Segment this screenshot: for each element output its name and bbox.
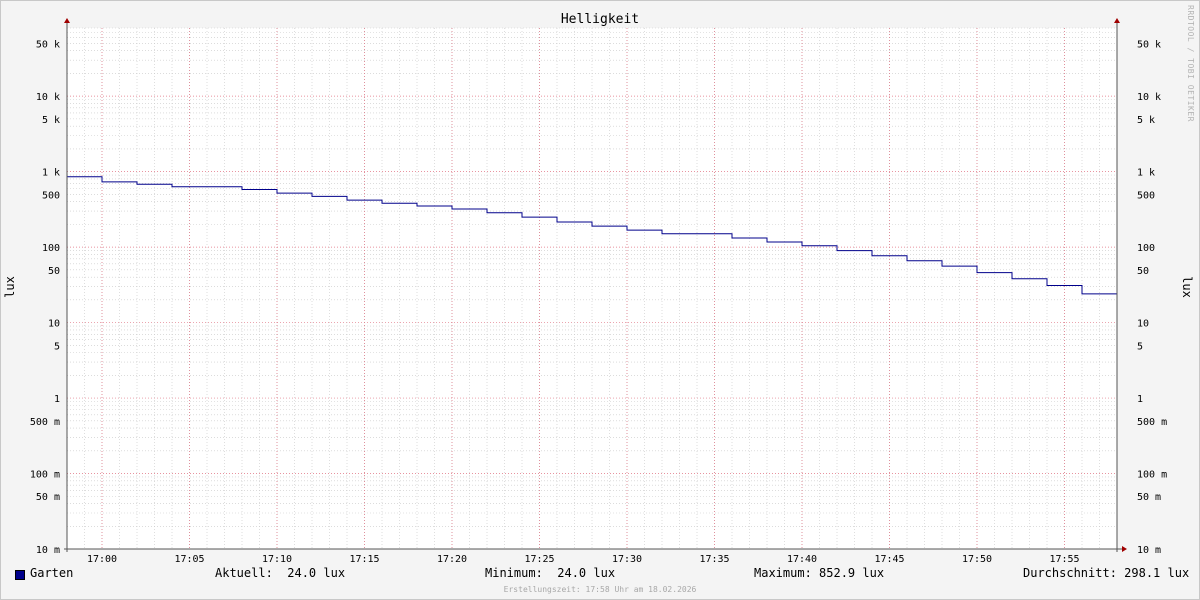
y-tick-label-left: 1 k	[42, 168, 60, 179]
y-tick-label-right: 5	[1137, 341, 1143, 352]
chart: 50 k 50 k 10 k 10 k 5 k 5 k 1 k 1 k 500 500 100 100…	[3, 5, 1195, 565]
creation-time: Erstellungszeit: 17:58 Uhr am 18.02.2026	[503, 585, 697, 594]
legend-series-name: Garten	[30, 566, 74, 580]
x-tick-label: 17:55	[1049, 554, 1079, 565]
x-tick-label: 17:35	[699, 554, 729, 565]
y-tick-label-left: 50 k	[36, 39, 60, 50]
y-tick-label-left: 10	[48, 319, 60, 330]
y-tick-label-right: 50	[1137, 266, 1149, 277]
legend-minimum: Minimum: 24.0 lux	[485, 566, 616, 580]
y-tick-label-right: 1 k	[1137, 168, 1155, 179]
y-tick-label-left: 10 m	[36, 545, 60, 556]
x-tick-label: 17:25	[524, 554, 554, 565]
y-tick-label-right: 100	[1137, 243, 1155, 254]
y-tick-label-left: 10 k	[36, 92, 60, 103]
x-tick-label: 17:10	[262, 554, 292, 565]
y-tick-label-left: 100	[42, 243, 60, 254]
y-tick-label-right: 10	[1137, 319, 1149, 330]
y-axis-label-left: lux	[3, 276, 17, 298]
y-tick-label-left: 5 k	[42, 115, 60, 126]
x-tick-label: 17:40	[787, 554, 817, 565]
chart-title: Helligkeit	[561, 12, 639, 27]
x-tick-label: 17:30	[612, 554, 642, 565]
y-tick-label-left: 500 m	[30, 417, 60, 428]
y-tick-label-right: 100 m	[1137, 470, 1167, 481]
y-tick-label-right: 500 m	[1137, 417, 1167, 428]
x-tick-label: 17:05	[174, 554, 204, 565]
rrdtool-watermark: RRDTOOL / TOBI OETIKER	[1186, 5, 1195, 122]
y-axis-arrow-left	[64, 18, 70, 23]
y-tick-label-right: 10 m	[1137, 545, 1161, 556]
x-tick-label: 17:15	[349, 554, 379, 565]
legend-current: Aktuell: 24.0 lux	[215, 566, 346, 580]
y-tick-label-left: 500	[42, 190, 60, 201]
y-tick-label-right: 5 k	[1137, 115, 1155, 126]
x-tick-label: 17:20	[437, 554, 467, 565]
y-tick-label-right: 500	[1137, 190, 1155, 201]
y-tick-label-right: 10 k	[1137, 92, 1161, 103]
x-tick-label: 17:50	[962, 554, 992, 565]
y-axis-arrow-right	[1114, 18, 1120, 23]
legend-row: Garten Aktuell: 24.0 lux Minimum: 24.0 l…	[0, 566, 1200, 584]
x-tick-label: 17:00	[87, 554, 117, 565]
y-tick-label-right: 1	[1137, 394, 1143, 405]
x-axis-arrow	[1122, 546, 1127, 552]
y-tick-label-left: 100 m	[30, 470, 60, 481]
y-tick-label-left: 50	[48, 266, 60, 277]
legend-average: Durchschnitt: 298.1 lux	[1023, 566, 1190, 580]
y-tick-label-right: 50 k	[1137, 39, 1161, 50]
y-tick-label-left: 50 m	[36, 492, 60, 503]
legend-maximum: Maximum: 852.9 lux	[754, 566, 885, 580]
y-tick-label-left: 1	[54, 394, 60, 405]
x-tick-label: 17:45	[874, 554, 904, 565]
y-axis-label-right: lux	[1180, 276, 1194, 298]
y-tick-label-left: 5	[54, 341, 60, 352]
y-tick-label-right: 50 m	[1137, 492, 1161, 503]
